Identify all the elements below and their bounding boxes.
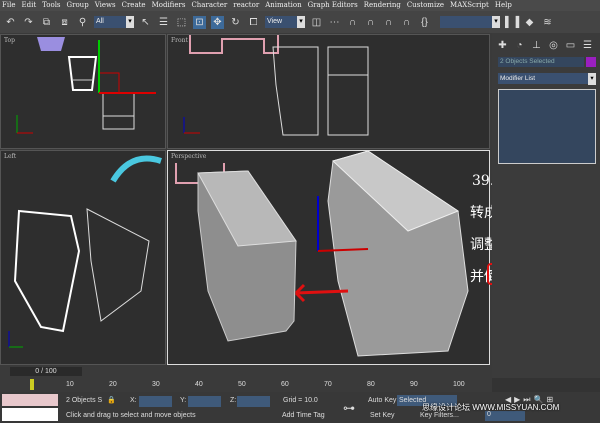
perspective-view-geometry	[175, 151, 469, 357]
key-icon[interactable]: ⊶	[343, 401, 355, 415]
key-filters-button[interactable]: Key Filters...	[420, 412, 459, 419]
x-coordinate-field[interactable]	[139, 396, 172, 407]
angle-snap-icon[interactable]: ∩	[364, 16, 377, 29]
timeline-tick-label: 60	[281, 381, 289, 388]
add-time-tag-button[interactable]: Add Time Tag	[282, 412, 325, 419]
menu-item[interactable]: Group	[67, 0, 89, 11]
reference-coord-select[interactable]: View	[265, 16, 305, 28]
bind-space-warp-icon[interactable]: ⚲	[76, 16, 89, 29]
menu-item[interactable]: Customize	[407, 0, 444, 11]
z-label: Z:	[230, 397, 237, 404]
modifier-list-select[interactable]: Modifier List	[498, 73, 596, 85]
current-frame-marker	[30, 379, 34, 390]
time-slider-thumb[interactable]: 0 / 100	[10, 367, 82, 376]
menu-item[interactable]: Animation	[265, 0, 301, 11]
maxscript-listener[interactable]	[2, 394, 58, 406]
timeline-tick-label: 90	[410, 381, 418, 388]
manipulate-icon[interactable]: ⋯	[328, 16, 341, 29]
menu-item[interactable]: File	[2, 0, 15, 11]
snap-icon[interactable]: ∩	[346, 16, 359, 29]
link-icon[interactable]: ⧉	[40, 16, 53, 29]
grid-size: Grid = 10.0	[283, 397, 318, 404]
timeline-ruler[interactable]: 10 20 30 40 50 60 70 80 90 100	[0, 378, 490, 392]
viewport-top[interactable]: Top	[0, 34, 166, 149]
object-name-field[interactable]: 2 Objects Selected	[498, 57, 584, 67]
menu-item[interactable]: Edit	[21, 0, 36, 11]
main-toolbar: ↶ ↷ ⧉ ⧈ ⚲ All ↖ ☰ ⬚ ⊡ ✥ ↻ ⧠ View ◫ ⋯ ∩ ∩…	[0, 11, 600, 33]
redo-icon[interactable]: ↷	[22, 16, 35, 29]
timeline-tick-label: 10	[66, 381, 74, 388]
menu-item[interactable]: Graph Editors	[308, 0, 358, 11]
timeline-tick-label: 80	[367, 381, 375, 388]
menu-item[interactable]: Create	[122, 0, 146, 11]
prompt-line: Click and drag to select and move object…	[66, 412, 196, 419]
rect-selection-icon[interactable]: ⬚	[175, 16, 188, 29]
set-key-button[interactable]: Set Key	[370, 412, 395, 419]
z-coordinate-field[interactable]	[237, 396, 270, 407]
menu-item[interactable]: MAXScript	[450, 0, 489, 11]
menu-item[interactable]: Character	[191, 0, 227, 11]
status-bar: 2 Objects S 🔒 X: Y: Z: Grid = 10.0 Click…	[0, 392, 600, 423]
viewport-left[interactable]: Left	[0, 150, 166, 365]
mirror-icon[interactable]: ▌▐	[505, 16, 519, 29]
time-slider[interactable]: 0 / 100	[0, 365, 490, 378]
window-crossing-icon[interactable]: ⊡	[193, 15, 206, 29]
menu-item[interactable]: reactor	[233, 0, 259, 11]
timeline-tick-label: 50	[238, 381, 246, 388]
motion-tab-icon[interactable]: ◎	[547, 39, 560, 52]
select-object-icon[interactable]: ↖	[139, 16, 152, 29]
panel-bottom	[492, 378, 600, 392]
viewport-front[interactable]: Front	[167, 34, 490, 149]
modify-tab-icon[interactable]: ◔	[513, 39, 526, 52]
create-tab-icon[interactable]: ✚	[496, 39, 509, 52]
percent-snap-icon[interactable]: ∩	[382, 16, 395, 29]
named-selection-icon[interactable]: {}	[418, 16, 431, 29]
pivot-icon[interactable]: ◫	[310, 16, 323, 29]
command-panel: ✚ ◔ ⊥ ◎ ▭ ☰ 2 Objects Selected Modifier …	[492, 33, 600, 378]
front-view-wireframe	[183, 35, 369, 136]
menu-item[interactable]: Modifiers	[152, 0, 186, 11]
scale-icon[interactable]: ⧠	[247, 16, 260, 29]
display-tab-icon[interactable]: ▭	[564, 39, 577, 52]
selection-count: 2 Objects S	[66, 397, 103, 404]
named-selection-select[interactable]	[440, 16, 500, 28]
timeline-tick-label: 70	[324, 381, 332, 388]
spinner-snap-icon[interactable]: ∩	[400, 16, 413, 29]
y-coordinate-field[interactable]	[188, 396, 221, 407]
viewport-perspective[interactable]: Perspective	[167, 150, 490, 365]
menu-item[interactable]: Views	[95, 0, 116, 11]
unlink-icon[interactable]: ⧈	[58, 16, 71, 29]
timeline-tick-label: 20	[109, 381, 117, 388]
timeline-tick-label: 40	[195, 381, 203, 388]
lock-icon[interactable]: 🔒	[107, 396, 116, 404]
maxscript-input[interactable]	[2, 408, 58, 421]
utilities-tab-icon[interactable]: ☰	[581, 39, 594, 52]
auto-key-button[interactable]: Auto Key	[368, 397, 396, 404]
timeline-tick-label: 100	[453, 381, 465, 388]
y-label: Y:	[180, 397, 187, 404]
align-icon[interactable]: ◆	[523, 16, 536, 29]
left-view-wireframe	[8, 155, 162, 348]
modifier-stack[interactable]	[498, 89, 596, 164]
select-by-name-icon[interactable]: ☰	[157, 16, 170, 29]
rotate-icon[interactable]: ↻	[229, 16, 242, 29]
undo-icon[interactable]: ↶	[4, 16, 17, 29]
hierarchy-tab-icon[interactable]: ⊥	[530, 39, 543, 52]
menu-item[interactable]: Tools	[42, 0, 60, 11]
timeline-tick-label: 30	[152, 381, 160, 388]
move-icon[interactable]: ✥	[211, 15, 224, 29]
menu-item[interactable]: Rendering	[364, 0, 401, 11]
selection-filter-select[interactable]: All	[94, 16, 134, 28]
top-view-wireframe	[16, 37, 156, 134]
layers-icon[interactable]: ≋	[541, 16, 554, 29]
menu-item[interactable]: Help	[495, 0, 512, 11]
command-panel-tabs: ✚ ◔ ⊥ ◎ ▭ ☰	[492, 33, 600, 58]
object-color-swatch[interactable]	[586, 57, 596, 67]
watermark: 思缘设计论坛 WWW.MISSYUAN.COM	[422, 403, 560, 412]
menu-bar: File Edit Tools Group Views Create Modifiers Ch…	[0, 0, 600, 11]
x-label: X:	[130, 397, 137, 404]
